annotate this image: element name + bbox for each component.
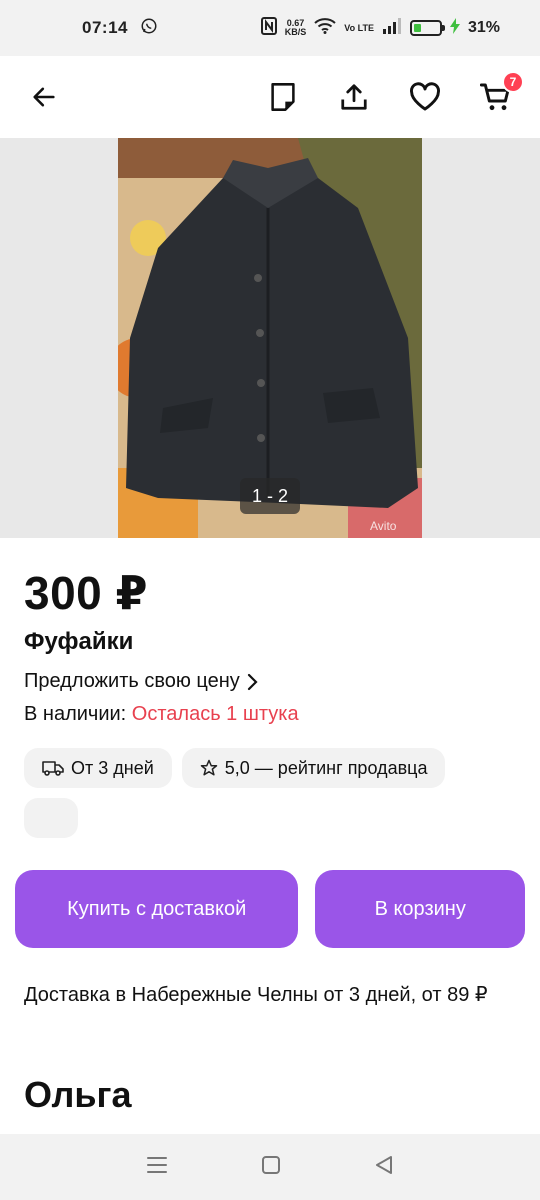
cart-count-badge: 7 — [502, 71, 524, 93]
star-icon — [200, 759, 218, 776]
watermark-text: Avito — [370, 519, 397, 533]
back-button[interactable] — [24, 77, 64, 117]
system-nav-bar — [0, 1134, 540, 1200]
share-icon — [341, 84, 367, 110]
info-chips: От 3 дней 5,0 — рейтинг продавца — [24, 748, 516, 788]
volte-indicator: Vo LTE — [344, 22, 374, 33]
signal-icon — [382, 18, 402, 38]
battery-icon — [409, 20, 445, 36]
offer-price-link[interactable]: Предложить свою цену — [24, 670, 516, 693]
app-bar: 7 — [0, 56, 540, 138]
heart-icon — [410, 82, 440, 111]
buy-with-delivery-button[interactable]: Купить с доставкой — [15, 870, 299, 948]
empty-chip[interactable] — [24, 798, 78, 838]
system-back-button[interactable] — [374, 1155, 394, 1180]
menu-icon — [147, 1156, 168, 1173]
arrow-left-icon — [33, 87, 55, 107]
seller-name[interactable]: Ольга — [24, 1074, 132, 1116]
wifi-icon — [314, 18, 336, 38]
delivery-chip-label: От 3 дней — [71, 757, 154, 778]
photo-counter: 1 - 2 — [240, 478, 300, 514]
delivery-info: Доставка в Набережные Челны от 3 дней, о… — [24, 984, 488, 1006]
cart-button[interactable]: 7 — [476, 71, 524, 117]
truck-icon — [42, 761, 64, 776]
share-button[interactable] — [334, 77, 374, 117]
product-title: Фуфайки — [24, 628, 134, 655]
home-button[interactable] — [261, 1155, 281, 1180]
whatsapp-icon — [140, 17, 158, 40]
offer-price-label: Предложить свою цену — [24, 670, 240, 692]
status-bar: 07:14 0.67 KB/S Vo LTE 31% — [0, 0, 540, 56]
product-price: 300 ₽ — [24, 567, 149, 619]
back-triangle-icon — [375, 1155, 392, 1174]
menu-button[interactable] — [146, 1155, 168, 1180]
stock-value: Осталась 1 штука — [131, 703, 299, 725]
product-details: 300 ₽ Фуфайки Предложить свою цену В нал… — [0, 538, 540, 838]
stock-label: В наличии: — [24, 703, 127, 725]
net-speed: 0.67 KB/S — [284, 18, 307, 37]
note-button[interactable] — [263, 77, 303, 117]
charging-icon — [449, 18, 460, 38]
add-to-cart-button[interactable]: В корзину — [315, 870, 525, 948]
rating-chip-label: 5,0 — рейтинг продавца — [224, 757, 428, 778]
rating-chip[interactable]: 5,0 — рейтинг продавца — [181, 748, 446, 788]
home-square-icon — [261, 1155, 280, 1174]
delivery-chip[interactable]: От 3 дней — [24, 748, 172, 788]
note-icon — [271, 83, 295, 111]
photo-gallery[interactable]: Avito 1 - 2 — [0, 138, 540, 538]
status-time: 07:14 — [82, 18, 128, 37]
chevron-right-icon — [247, 673, 258, 690]
stock-status: В наличии: Осталась 1 штука — [24, 703, 516, 726]
action-buttons: Купить с доставкой В корзину — [15, 870, 525, 948]
nfc-icon — [260, 17, 277, 39]
favorite-button[interactable] — [405, 77, 445, 117]
battery-percentage: 31% — [467, 19, 500, 36]
